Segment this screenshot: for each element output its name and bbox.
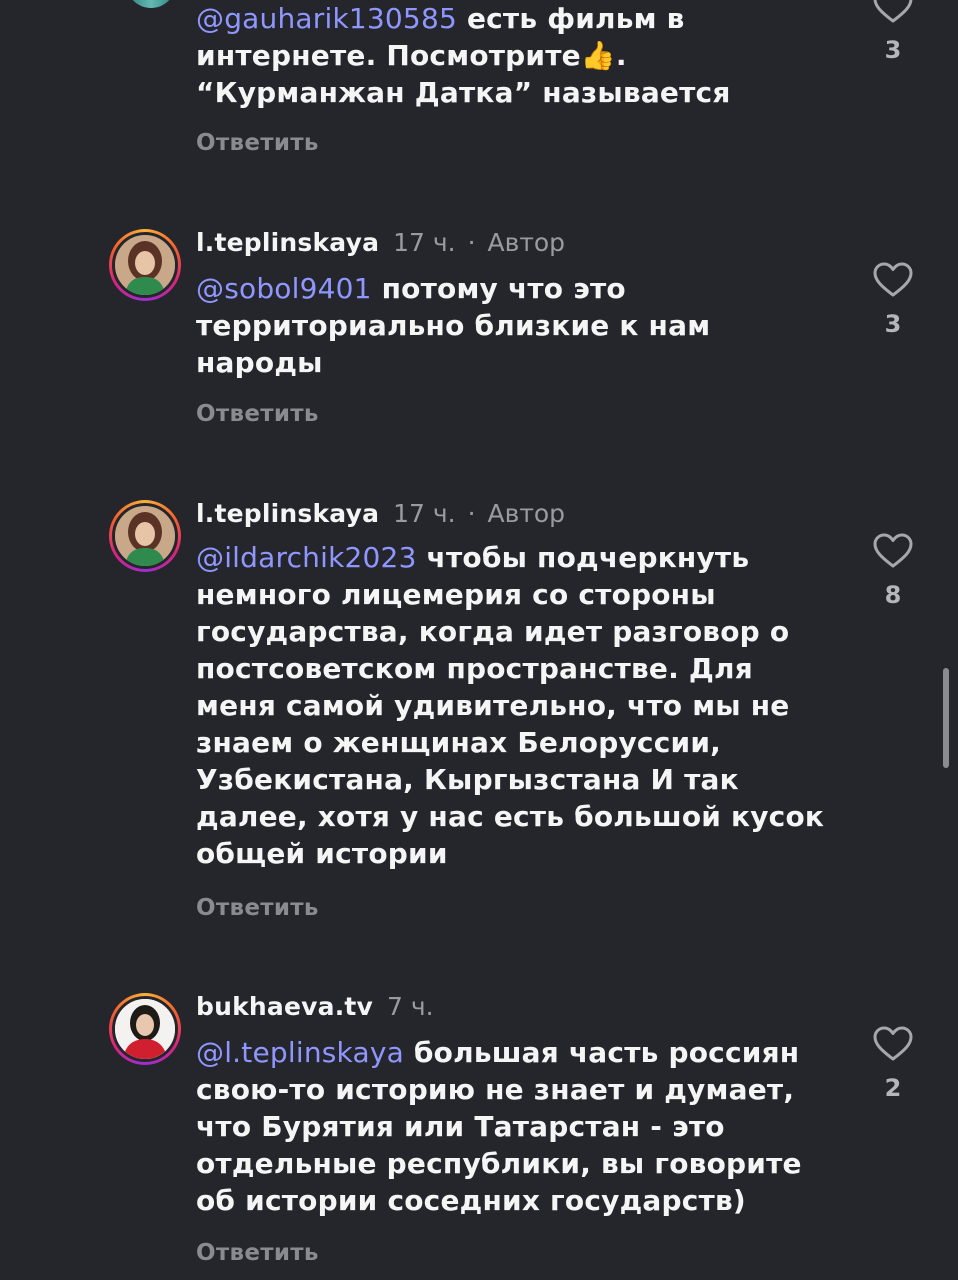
username[interactable]: bukhaeva.tv: [196, 992, 373, 1021]
username[interactable]: l.teplinskaya: [196, 499, 379, 528]
comment-text-line: интернете. Посмотрите👍.: [196, 39, 627, 72]
timestamp: 17 ч.: [393, 228, 456, 257]
avatar-image: [112, 232, 178, 298]
reply-button[interactable]: Ответить: [196, 401, 319, 427]
like-count: 3: [884, 310, 902, 338]
like-count: 2: [884, 1074, 902, 1102]
comment-body: чтобы подчеркнуть немного лицемерия со с…: [196, 541, 825, 870]
heart-outline-icon[interactable]: [873, 533, 913, 569]
comment-header: l.teplinskaya 17 ч. · Автор: [196, 228, 565, 258]
comment-text-line: есть фильм в: [466, 2, 685, 35]
like-count: 8: [884, 581, 902, 609]
avatar[interactable]: [109, 993, 181, 1065]
comment-text-line: “Курманжан Датка” называется: [196, 76, 731, 109]
avatar[interactable]: [109, 229, 181, 301]
comment-mention[interactable]: @ildarchik2023: [196, 541, 417, 574]
comment-text: @ildarchik2023 чтобы подчеркнуть немного…: [196, 539, 826, 872]
like-control[interactable]: 8: [872, 533, 914, 609]
comment-text: @gauharik130585 есть фильм в интернете. …: [196, 0, 836, 111]
heart-outline-icon[interactable]: [873, 1026, 913, 1062]
avatar[interactable]: [109, 500, 181, 572]
comment-header: l.teplinskaya 17 ч. · Автор: [196, 499, 565, 529]
separator: ·: [467, 499, 476, 528]
like-control[interactable]: 3: [872, 262, 914, 338]
like-control[interactable]: 2: [872, 1026, 914, 1102]
author-badge: Автор: [487, 228, 566, 257]
avatar-image: [112, 503, 178, 569]
scrollbar[interactable]: [943, 668, 949, 768]
reply-button[interactable]: Ответить: [196, 895, 319, 921]
timestamp: 17 ч.: [393, 499, 456, 528]
like-control[interactable]: 3: [872, 0, 914, 64]
comment-mention[interactable]: @sobol9401: [196, 272, 372, 305]
avatar-partial[interactable]: [126, 0, 176, 8]
comment-mention[interactable]: @gauharik130585: [196, 2, 457, 35]
reply-button[interactable]: Ответить: [196, 1240, 319, 1266]
timestamp: 7 ч.: [387, 992, 434, 1021]
heart-outline-icon[interactable]: [873, 0, 913, 24]
like-count: 3: [884, 36, 902, 64]
comment-text: @l.teplinskaya большая часть россиян сво…: [196, 1034, 836, 1219]
avatar-image: [112, 996, 178, 1062]
author-badge: Автор: [487, 499, 566, 528]
separator: ·: [467, 228, 476, 257]
comment-mention[interactable]: @l.teplinskaya: [196, 1036, 404, 1069]
heart-outline-icon[interactable]: [873, 262, 913, 298]
comment-text: @sobol9401 потому что это территориально…: [196, 270, 736, 381]
username[interactable]: l.teplinskaya: [196, 228, 379, 257]
reply-button[interactable]: Ответить: [196, 130, 319, 156]
comment-header: bukhaeva.tv 7 ч.: [196, 992, 434, 1022]
